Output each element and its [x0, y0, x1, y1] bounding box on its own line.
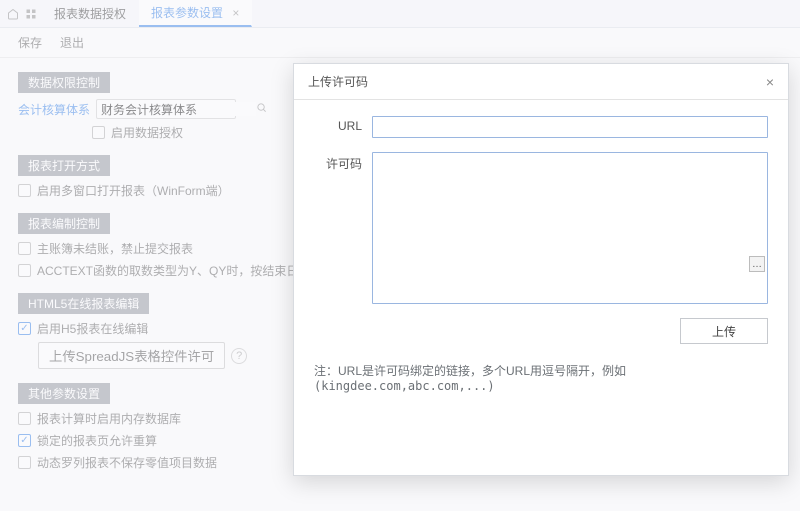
- modal-body: URL 许可码 上传 注：URL是许可码绑定的链接，多个URL用逗号隔开，例如 …: [294, 100, 788, 475]
- ellipsis-button[interactable]: …: [749, 256, 765, 272]
- upload-license-modal: 上传许可码 × URL 许可码 上传 注：URL是许可码绑定的链接，多个URL用…: [293, 63, 789, 476]
- url-input[interactable]: [372, 116, 768, 138]
- note-prefix: 注：URL是许可码绑定的链接，多个URL用逗号隔开，例如: [314, 364, 626, 378]
- modal-title: 上传许可码: [308, 73, 368, 90]
- close-icon[interactable]: ×: [766, 74, 774, 90]
- license-code-label: 许可码: [314, 152, 362, 304]
- license-code-textarea[interactable]: [372, 152, 768, 304]
- url-label: URL: [314, 116, 362, 138]
- upload-button[interactable]: 上传: [680, 318, 768, 344]
- note-example: (kingdee.com,abc.com,...): [314, 379, 495, 393]
- modal-header: 上传许可码 ×: [294, 64, 788, 100]
- note-text: 注：URL是许可码绑定的链接，多个URL用逗号隔开，例如 (kingdee.co…: [314, 362, 768, 393]
